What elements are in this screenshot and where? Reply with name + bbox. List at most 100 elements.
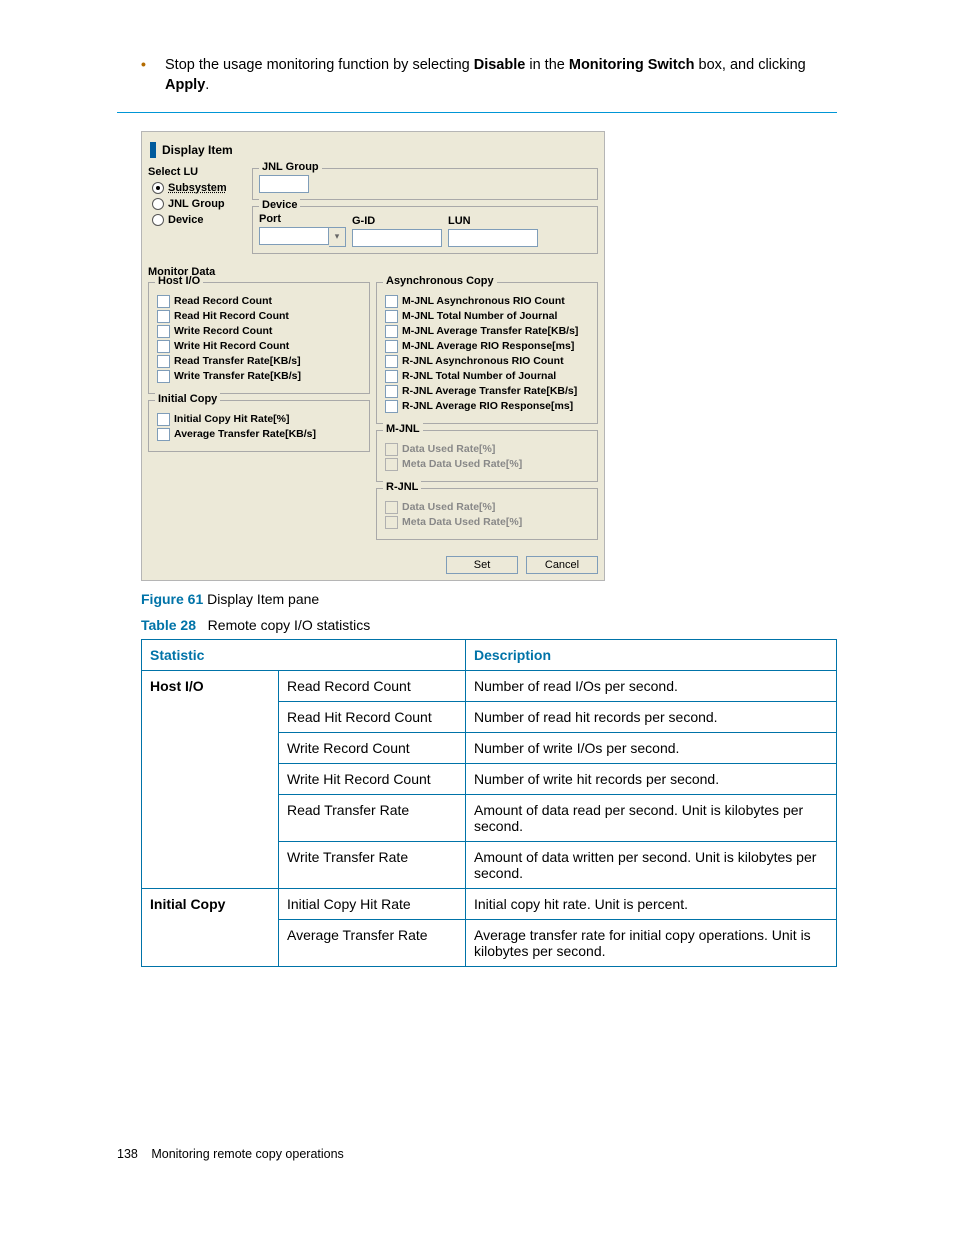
checkbox-read-record-count[interactable]: Read Record Count (157, 295, 361, 308)
checkbox-mjnl-total-journal[interactable]: M-JNL Total Number of Journal (385, 310, 589, 323)
stat-name: Write Hit Record Count (279, 763, 466, 794)
checkbox-icon (385, 400, 398, 413)
statistics-table: Statistic Description Host I/O Read Reco… (141, 639, 837, 967)
stat-name: Read Transfer Rate (279, 794, 466, 841)
fieldset-legend: M-JNL (383, 423, 423, 435)
checkbox-label: Initial Copy Hit Rate[%] (174, 413, 290, 425)
cancel-button[interactable]: Cancel (526, 556, 598, 574)
jnl-group-fieldset: JNL Group (252, 168, 598, 200)
fieldset-legend: Initial Copy (155, 393, 220, 405)
checkbox-label: Average Transfer Rate[KB/s] (174, 428, 316, 440)
port-label: Port (259, 213, 346, 225)
radio-label: Subsystem (168, 182, 227, 194)
display-item-pane: Display Item Select LU Subsystem JNL Gro… (141, 131, 605, 581)
stat-desc: Average transfer rate for initial copy o… (466, 919, 837, 966)
checkbox-mjnl-data-used-rate: Data Used Rate[%] (385, 443, 589, 456)
checkbox-label: Data Used Rate[%] (402, 443, 495, 455)
disable-label: Disable (474, 57, 526, 73)
bullet-dot: • (141, 55, 165, 96)
stat-desc: Amount of data written per second. Unit … (466, 841, 837, 888)
checkbox-icon (385, 516, 398, 529)
radio-jnl-group[interactable]: JNL Group (152, 198, 246, 210)
checkbox-write-hit-record-count[interactable]: Write Hit Record Count (157, 340, 361, 353)
radio-icon (152, 198, 164, 210)
checkbox-read-hit-record-count[interactable]: Read Hit Record Count (157, 310, 361, 323)
checkbox-icon (385, 295, 398, 308)
checkbox-write-transfer-rate[interactable]: Write Transfer Rate[KB/s] (157, 370, 361, 383)
fieldset-legend: Asynchronous Copy (383, 275, 497, 287)
radio-icon (152, 214, 164, 226)
checkbox-rjnl-total-journal[interactable]: R-JNL Total Number of Journal (385, 370, 589, 383)
gid-input[interactable] (352, 229, 442, 247)
checkbox-icon (157, 295, 170, 308)
pane-header: Display Item (148, 138, 598, 166)
checkbox-icon (157, 340, 170, 353)
table-row: Initial Copy Initial Copy Hit Rate Initi… (142, 888, 837, 919)
checkbox-rjnl-async-rio-count[interactable]: R-JNL Asynchronous RIO Count (385, 355, 589, 368)
section-divider (117, 112, 837, 113)
checkbox-rjnl-avg-rio-response[interactable]: R-JNL Average RIO Response[ms] (385, 400, 589, 413)
device-fieldset: Device Port ▾ G-ID (252, 206, 598, 254)
checkbox-label: Read Transfer Rate[KB/s] (174, 355, 301, 367)
group-host-io: Host I/O (142, 670, 279, 888)
checkbox-average-transfer-rate[interactable]: Average Transfer Rate[KB/s] (157, 428, 361, 441)
stat-name: Read Record Count (279, 670, 466, 701)
radio-label: Device (168, 214, 203, 226)
radio-device[interactable]: Device (152, 214, 246, 226)
stat-desc: Number of write hit records per second. (466, 763, 837, 794)
checkbox-icon (385, 370, 398, 383)
group-initial-copy: Initial Copy (142, 888, 279, 966)
checkbox-icon (385, 501, 398, 514)
chevron-down-icon: ▾ (329, 227, 346, 247)
table-text: Remote copy I/O statistics (208, 617, 371, 633)
radio-subsystem[interactable]: Subsystem (152, 182, 246, 194)
table-row: Host I/O Read Record Count Number of rea… (142, 670, 837, 701)
pane-title: Display Item (162, 143, 233, 157)
checkbox-mjnl-async-rio-count[interactable]: M-JNL Asynchronous RIO Count (385, 295, 589, 308)
text: box, and clicking (695, 57, 806, 73)
checkbox-label: R-JNL Average Transfer Rate[KB/s] (402, 385, 577, 397)
checkbox-icon (385, 310, 398, 323)
checkbox-rjnl-avg-transfer-rate[interactable]: R-JNL Average Transfer Rate[KB/s] (385, 385, 589, 398)
checkbox-read-transfer-rate[interactable]: Read Transfer Rate[KB/s] (157, 355, 361, 368)
checkbox-label: Read Hit Record Count (174, 310, 289, 322)
checkbox-mjnl-avg-transfer-rate[interactable]: M-JNL Average Transfer Rate[KB/s] (385, 325, 589, 338)
checkbox-initial-copy-hit-rate[interactable]: Initial Copy Hit Rate[%] (157, 413, 361, 426)
checkbox-rjnl-meta-data-used-rate: Meta Data Used Rate[%] (385, 516, 589, 529)
figure-caption: Figure 61 Display Item pane (141, 591, 837, 607)
checkbox-mjnl-meta-data-used-rate: Meta Data Used Rate[%] (385, 458, 589, 471)
stat-name: Initial Copy Hit Rate (279, 888, 466, 919)
bullet-text: Stop the usage monitoring function by se… (165, 55, 837, 96)
monitoring-switch-label: Monitoring Switch (569, 57, 695, 73)
fieldset-legend: Host I/O (155, 275, 203, 287)
set-button[interactable]: Set (446, 556, 518, 574)
page-number: 138 (117, 1147, 138, 1161)
checkbox-label: Read Record Count (174, 295, 272, 307)
select-lu-title: Select LU (148, 166, 246, 178)
checkbox-write-record-count[interactable]: Write Record Count (157, 325, 361, 338)
checkbox-label: Write Transfer Rate[KB/s] (174, 370, 301, 382)
checkbox-label: Write Hit Record Count (174, 340, 289, 352)
select-lu-group: Select LU Subsystem JNL Group Device (148, 166, 246, 260)
checkbox-mjnl-avg-rio-response[interactable]: M-JNL Average RIO Response[ms] (385, 340, 589, 353)
port-combo[interactable]: ▾ (259, 227, 346, 247)
initial-copy-fieldset: Initial Copy Initial Copy Hit Rate[%] Av… (148, 400, 370, 452)
page-footer: 138 Monitoring remote copy operations (117, 1147, 837, 1161)
fieldset-legend: Device (259, 199, 300, 211)
col-statistic: Statistic (142, 639, 466, 670)
checkbox-label: Data Used Rate[%] (402, 501, 495, 513)
stat-name: Average Transfer Rate (279, 919, 466, 966)
table-caption: Table 28 Remote copy I/O statistics (141, 617, 837, 633)
stat-desc: Number of read I/Os per second. (466, 670, 837, 701)
lun-input[interactable] (448, 229, 538, 247)
checkbox-icon (385, 443, 398, 456)
jnl-group-input[interactable] (259, 175, 309, 193)
table-number: Table 28 (141, 617, 196, 633)
page-title: Monitoring remote copy operations (151, 1147, 343, 1161)
stat-name: Write Transfer Rate (279, 841, 466, 888)
checkbox-label: M-JNL Total Number of Journal (402, 310, 557, 322)
radio-label: JNL Group (168, 198, 225, 210)
checkbox-label: Write Record Count (174, 325, 272, 337)
checkbox-icon (157, 370, 170, 383)
checkbox-icon (385, 458, 398, 471)
